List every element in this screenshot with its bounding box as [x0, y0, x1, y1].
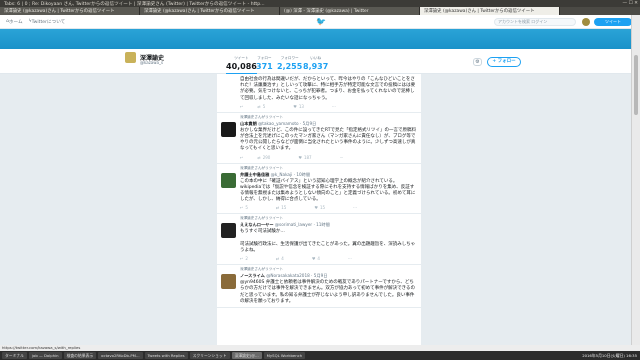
stat-following[interactable]: フォロー 371: [256, 56, 273, 71]
stat-followers[interactable]: フォロワー 2,255: [277, 56, 302, 71]
more-icon[interactable]: ···: [332, 104, 336, 110]
tweet-item[interactable]: 自由社会の行為は間違いだが、だからといって、昨今はやりの「こんなひどいことをされ…: [217, 74, 421, 113]
taskbar-item[interactable]: job — Dolphin: [28, 352, 62, 359]
taskbar-item-active[interactable]: 深澤諭史(@...: [231, 352, 262, 359]
tweet-avatar[interactable]: [221, 121, 236, 137]
system-clock[interactable]: 2016年5月10日(火曜日) 16:35: [582, 351, 637, 360]
tweet-item[interactable]: 深澤諭史さんがリツイート ノースライム @Norasakakata2018 · …: [217, 265, 421, 309]
settings-gear-icon[interactable]: ⚙: [473, 58, 482, 66]
taskbar-item[interactable]: octavo2RKoDb-PM...: [98, 352, 143, 359]
tweet-text: @yn9460S 弁護士と依頼者は事件解決のための戦友でありパートナーですから、…: [240, 280, 416, 304]
browser-tabbar: 深澤諭史 (@kazawa)さん | Twitterからの返信ツイート 深澤諭史…: [0, 7, 640, 15]
nav-about[interactable]: ϟ Twitterについて: [29, 19, 66, 25]
reply-icon[interactable]: ↩: [240, 155, 243, 161]
retweet-indicator: 深澤諭史さんがリツイート: [240, 114, 284, 119]
window-controls[interactable]: — ☐ ✕: [623, 0, 638, 7]
tweet-actions: ↩ 2 ⇄ 4 ♥ 4 ···: [240, 256, 417, 262]
tweet-timeline: 自由社会の行為は間違いだが、だからといって、昨今はやりの「こんなひどいことをされ…: [217, 74, 421, 345]
like-icon[interactable]: ♥ 187: [298, 155, 325, 161]
tweet-header[interactable]: ノースライム @Norasakakata2018 · 5月9日: [240, 273, 417, 279]
taskbar-item[interactable]: MySQL Workbench: [263, 352, 306, 359]
retweet-icon[interactable]: ⇄ 5: [257, 104, 279, 110]
follow-button[interactable]: + フォロー: [487, 57, 521, 67]
browser-tab[interactable]: (@) 深澤 - 深澤諭史 (@kazawa) | Twitter: [280, 7, 420, 15]
browser-tab[interactable]: 深澤諭史 (@kazawa)さん | Twitterからの返信ツイート: [140, 7, 280, 15]
like-icon[interactable]: ♥ 13: [293, 104, 318, 110]
reply-icon[interactable]: ↩: [240, 104, 243, 110]
like-icon[interactable]: ♥ 4: [312, 256, 334, 262]
retweet-icon[interactable]: ⇄ 290: [257, 155, 284, 161]
taskbar-item[interactable]: 検査の結果表示: [63, 352, 97, 359]
tweet-text: この本の中に「確証バイアス」という認知心理学上の概念が紹介されている。wikip…: [240, 178, 416, 203]
retweet-icon[interactable]: ⇄ 4: [276, 256, 298, 262]
tweet-item[interactable]: 深澤諭史さんがリツイート 山本貴朗 @takao_yamamoto · 5月9日…: [217, 113, 421, 164]
search-input[interactable]: アカウントを検索 ログイン: [494, 18, 576, 26]
taskbar-item[interactable]: Tweets with Replies: [144, 352, 188, 359]
browser-tab[interactable]: 深澤諭史 (@kazawa)さん | Twitterからの返信ツイート: [0, 7, 140, 15]
tweet-text: もうすぐ司法試験か… 司法試験行政法に、生活保護が出てきたことがあった。翼の出題…: [240, 229, 416, 254]
tweet-header[interactable]: 山本貴朗 @takao_yamamoto · 5月9日: [240, 121, 417, 127]
taskbar-item[interactable]: スクリーンショット: [189, 352, 230, 359]
tweet-header[interactable]: 弁護士中島佳雅 @k_Nakaji · 10時間: [240, 172, 417, 178]
reply-icon[interactable]: ↩ 5: [240, 205, 262, 211]
tweet-item[interactable]: 深澤諭史さんがリツイート ええなんロ一ヤー @sorimati_lawyer ·…: [217, 214, 421, 266]
tweet-avatar[interactable]: [221, 172, 236, 188]
tweet-text: おかしな業界だけど、この件に設ってきたRTで見た「指定格式リツイ」の一言で原稿料…: [240, 127, 416, 152]
window-title: Tabs: 6 | 0 ; Re: Dikoyaan さん, Twitterから…: [4, 1, 265, 7]
user-avatar[interactable]: [582, 18, 590, 26]
tweet-header[interactable]: ええなんロ一ヤー @sorimati_lawyer · 11時間: [240, 222, 417, 228]
twitter-bird-icon[interactable]: 🐦: [316, 18, 326, 26]
tweet-button[interactable]: ツイート: [594, 18, 632, 26]
stat-tweets[interactable]: ツイート 40,086: [226, 56, 257, 75]
tweet-actions: ↩ ⇄ 5 ♥ 13 ···: [240, 104, 417, 110]
profile-banner: [0, 29, 640, 49]
retweet-icon[interactable]: ⇄ 15: [276, 205, 300, 211]
tweet-avatar[interactable]: [221, 223, 236, 239]
window-titlebar: Tabs: 6 | 0 ; Re: Dikoyaan さん, Twitterから…: [0, 0, 640, 7]
nav-home[interactable]: ⌂ ホーム: [6, 19, 23, 25]
tweet-actions: ↩ ⇄ 290 ♥ 187 ···: [240, 155, 417, 161]
browser-tab-active[interactable]: 深澤諭史 (@kazawa)さん | Twitterからの返信ツイート: [420, 7, 560, 15]
twitter-top-nav: ⌂ ホーム ϟ Twitterについて 🐦 アカウントを検索 ログイン ツイート: [0, 15, 640, 29]
like-icon[interactable]: ♥ 15: [314, 205, 339, 211]
tweet-avatar[interactable]: [221, 274, 236, 290]
tweet-item[interactable]: 深澤諭史さんがリツイート 弁護士中島佳雅 @k_Nakaji · 10時間 この…: [217, 164, 421, 215]
stat-likes[interactable]: いいね 8,937: [303, 56, 328, 71]
tweet-text: 自由社会の行為は間違いだが、だからといって、昨今はやりの「こんなひどいことをされ…: [240, 77, 416, 101]
profile-avatar[interactable]: [125, 52, 136, 63]
more-icon[interactable]: ···: [353, 205, 357, 211]
more-icon[interactable]: ···: [340, 155, 344, 161]
page-scrollbar[interactable]: [631, 15, 640, 345]
taskbar-item[interactable]: ターミナル: [2, 352, 27, 359]
reply-icon[interactable]: ↩ 2: [240, 256, 262, 262]
os-taskbar: ターミナル job — Dolphin 検査の結果表示 octavo2RKoDb…: [0, 351, 640, 360]
scrollbar-thumb[interactable]: [634, 55, 638, 115]
tweet-actions: ↩ 5 ⇄ 15 ♥ 15 ···: [240, 205, 417, 211]
browser-viewport: ⌂ ホーム ϟ Twitterについて 🐦 アカウントを検索 ログイン ツイート…: [0, 15, 640, 345]
retweet-indicator: 深澤諭史さんがリツイート: [240, 165, 284, 170]
more-icon[interactable]: ···: [348, 256, 352, 262]
retweet-indicator: 深澤諭史さんがリツイート: [240, 267, 284, 272]
profile-handle: @kazawa_s: [140, 60, 164, 65]
retweet-indicator: 深澤諭史さんがリツイート: [240, 216, 284, 221]
